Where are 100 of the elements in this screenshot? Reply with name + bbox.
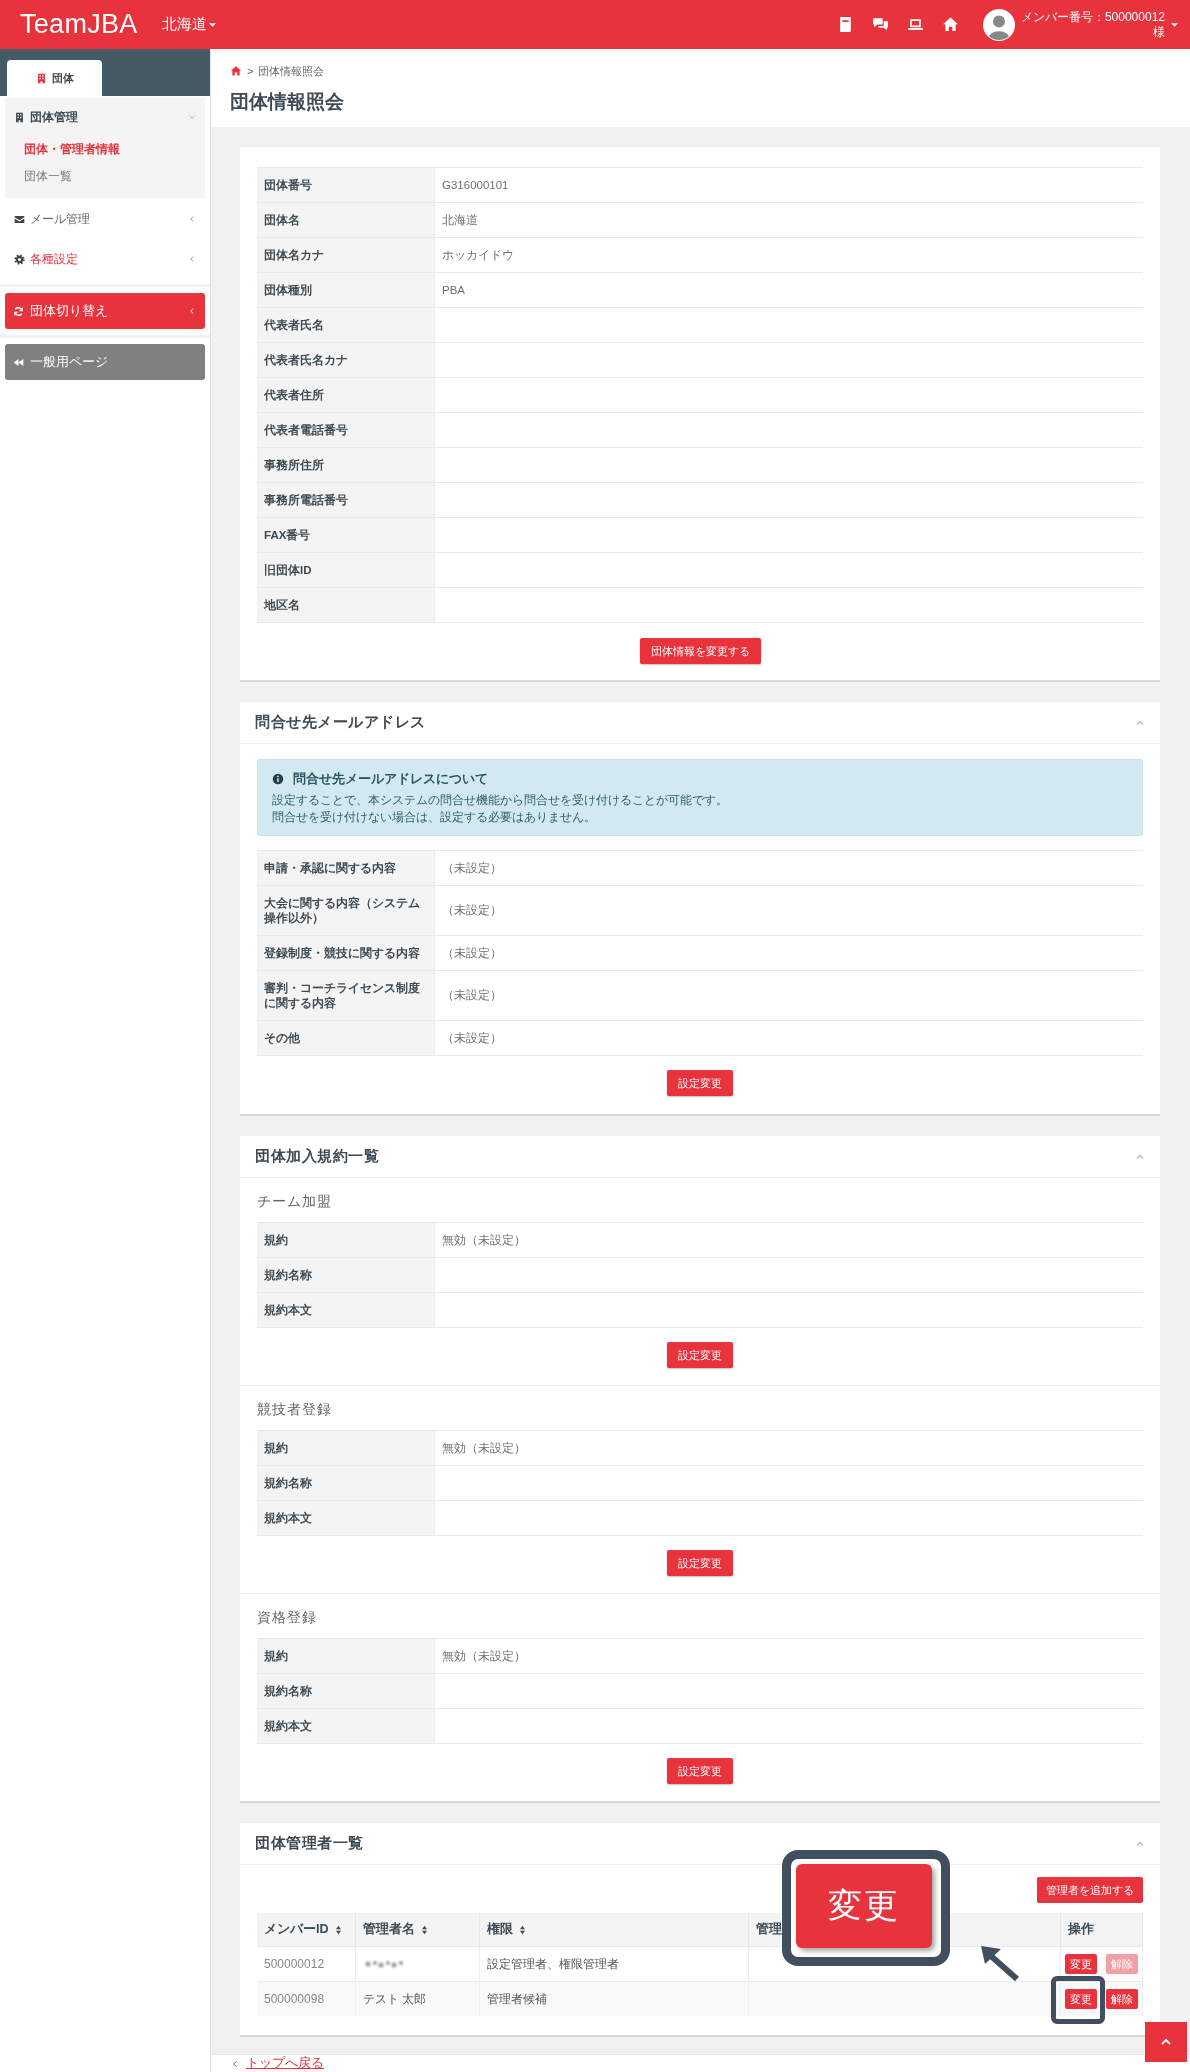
card-title: 問合せ先メールアドレス: [255, 713, 426, 732]
caret-icon: [1171, 22, 1178, 27]
menu-item[interactable]: 団体管理: [5, 98, 205, 136]
edit-button[interactable]: 変更: [1064, 1989, 1097, 2009]
switch-group-button[interactable]: 団体切り替え: [5, 293, 205, 329]
field-label: 旧団体ID: [257, 552, 435, 588]
refresh-icon: [13, 305, 24, 317]
chat-icon: [871, 16, 889, 33]
field-label: 審判・コーチライセンス制度に関する内容: [257, 970, 435, 1021]
field-label: 大会に関する内容（システム操作以外）: [257, 885, 435, 936]
avatar-icon: [982, 8, 1015, 41]
field-label: 規約: [257, 1222, 435, 1258]
table-cell: 500000098: [257, 1981, 355, 2016]
field-label: 団体名: [257, 202, 435, 238]
caret-icon: [208, 22, 216, 27]
region-dropdown[interactable]: 北海道: [161, 15, 216, 34]
field-label: 登録制度・競技に関する内容: [257, 935, 435, 971]
field-label: 規約本文: [257, 1500, 435, 1536]
field-value: 北海道: [434, 202, 1143, 238]
column-header: 操作: [1060, 1913, 1143, 1947]
breadcrumb-current: 団体情報照会: [258, 64, 325, 78]
honorific-text: 様: [1153, 24, 1165, 40]
field-label: 規約: [257, 1430, 435, 1466]
sidebar-tab[interactable]: 団体: [7, 60, 102, 96]
edit-button[interactable]: 変更: [1064, 1954, 1097, 1974]
field-label: 団体種別: [257, 272, 435, 308]
pointer-arrow: [981, 1946, 1019, 1982]
menu-item[interactable]: メール管理: [5, 200, 205, 238]
submenu-item[interactable]: 団体一覧: [5, 163, 205, 190]
member-number: メンバー番号：500000012: [1020, 9, 1165, 25]
laptop-button[interactable]: [906, 16, 924, 33]
home-icon: [230, 65, 242, 77]
change-settings-button[interactable]: 設定変更: [667, 1758, 733, 1784]
change-settings-button[interactable]: 設定変更: [667, 1342, 733, 1368]
field-label: 代表者氏名カナ: [257, 342, 435, 378]
field-label: 規約本文: [257, 1708, 435, 1744]
sort-icon: [518, 1924, 526, 1935]
field-label: 団体名カナ: [257, 237, 435, 273]
section-title: チーム加盟: [257, 1193, 333, 1211]
column-header[interactable]: 管理者名: [355, 1913, 479, 1947]
field-value: （未設定）: [434, 970, 1143, 1021]
home-link[interactable]: [230, 65, 242, 77]
building-icon: [14, 111, 25, 123]
field-value: 無効（未設定）: [434, 1638, 1143, 1674]
field-label: 代表者住所: [257, 377, 435, 413]
field-value: 無効（未設定）: [434, 1222, 1143, 1258]
field-value: PBA: [434, 272, 1143, 308]
change-settings-button[interactable]: 設定変更: [667, 1550, 733, 1576]
change-settings-button[interactable]: 設定変更: [667, 1070, 733, 1096]
edit-group-info-button[interactable]: 団体情報を変更する: [639, 638, 761, 664]
field-label: 団体番号: [257, 167, 435, 203]
card-title: 団体加入規約一覧: [255, 1147, 379, 1166]
table-cell: テスト 太郎: [355, 1981, 479, 2016]
field-label: 規約名称: [257, 1465, 435, 1501]
column-header[interactable]: メンバーID: [257, 1913, 355, 1947]
field-value: 無効（未設定）: [434, 1430, 1143, 1466]
alert-title: 問合せ先メールアドレスについて: [293, 771, 488, 788]
breadcrumb-separator: >: [247, 64, 254, 78]
field-label: 規約: [257, 1638, 435, 1674]
field-label: FAX番号: [257, 517, 435, 553]
field-label: 事務所住所: [257, 447, 435, 483]
gear-icon: [14, 253, 25, 265]
remove-button[interactable]: 解除: [1105, 1989, 1138, 2009]
submenu-item[interactable]: 団体・管理者情報: [5, 136, 205, 163]
field-label: 規約名称: [257, 1257, 435, 1293]
home-icon: [941, 16, 959, 33]
column-header[interactable]: 権限: [479, 1913, 748, 1947]
field-label: 事務所電話番号: [257, 482, 435, 518]
field-label: 規約本文: [257, 1292, 435, 1328]
field-value: ホッカイドウ: [434, 237, 1143, 273]
general-page-button[interactable]: 一般用ページ: [5, 344, 205, 380]
field-value: （未設定）: [434, 885, 1143, 936]
table-cell: 管理者候補: [479, 1981, 748, 2016]
field-label: 代表者電話番号: [257, 412, 435, 448]
field-label: 申請・承認に関する内容: [257, 850, 435, 886]
add-admin-button[interactable]: 管理者を追加する: [1037, 1877, 1143, 1903]
menu-item[interactable]: 各種設定: [5, 240, 205, 278]
field-label: 規約名称: [257, 1673, 435, 1709]
home-button[interactable]: [941, 16, 959, 33]
app-logo[interactable]: TeamJBA: [20, 9, 138, 40]
page-title: 団体情報照会: [230, 90, 345, 114]
envelope-icon: [14, 213, 25, 225]
field-label: 代表者氏名: [257, 307, 435, 343]
building-icon: [35, 72, 47, 84]
section-title: 資格登録: [257, 1609, 318, 1627]
alert-text: 設定することで、本システムの問合せ機能から問合せを受け付けることが可能です。: [272, 792, 729, 809]
info-icon: [272, 773, 284, 785]
field-label: 地区名: [257, 587, 435, 623]
sort-icon: [334, 1924, 342, 1935]
field-value: G316000101: [434, 167, 1143, 203]
field-value: （未設定）: [434, 935, 1143, 971]
laptop-icon: [906, 16, 924, 33]
rewind-icon: [13, 356, 24, 368]
card-title: 団体管理者一覧: [255, 1834, 364, 1853]
chat-button[interactable]: [871, 16, 889, 33]
field-value: （未設定）: [434, 1020, 1143, 1056]
back-to-top-link[interactable]: トップへ戻る: [246, 2055, 324, 2072]
field-value: （未設定）: [434, 850, 1143, 886]
sort-icon: [420, 1924, 428, 1935]
section-title: 競技者登録: [257, 1401, 333, 1419]
